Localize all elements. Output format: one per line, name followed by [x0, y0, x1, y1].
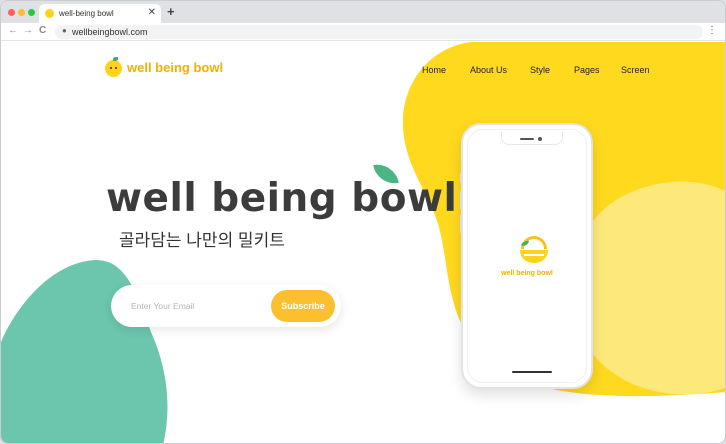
url-text: wellbeingbowl.com [72, 27, 148, 37]
browser-menu-icon[interactable]: ⋮ [707, 25, 717, 36]
home-indicator [512, 371, 552, 373]
nav-style[interactable]: Style [530, 65, 550, 75]
tab-close-icon[interactable]: ✕ [148, 7, 156, 18]
email-input[interactable] [131, 296, 266, 316]
phone-mockup: well being bowl [460, 123, 593, 389]
hero-subtitle: 골라담는 나만의 밀키트 [119, 231, 285, 250]
nav-home[interactable]: Home [422, 65, 446, 75]
web-page: well being bowl Home About Us Style Page… [1, 42, 725, 443]
back-arrow-icon[interactable]: ← [8, 25, 18, 36]
bowl-logo-icon [520, 236, 548, 263]
phone-side-button [460, 173, 462, 183]
hero-title: well being bowl [106, 176, 458, 221]
browser-toolbar: ← → C ● wellbeingbowl.com ⋮ [1, 23, 725, 41]
logo-text: well being bowl [127, 60, 224, 75]
phone-screen: well being bowl [467, 129, 587, 383]
new-tab-icon[interactable]: + [167, 4, 175, 19]
app-name-label: well being bowl [501, 270, 553, 277]
nav-screen[interactable]: Screen [621, 65, 650, 75]
tab-strip: well-being bowl ✕ + [1, 1, 725, 23]
browser-tab[interactable]: well-being bowl ✕ [39, 4, 161, 23]
background-blobs [1, 42, 725, 443]
address-bar[interactable]: ● wellbeingbowl.com [55, 25, 703, 39]
speaker-icon [520, 138, 534, 140]
tab-title: well-being bowl [59, 9, 114, 18]
reload-icon[interactable]: C [39, 25, 46, 36]
subscribe-button[interactable]: Subscribe [271, 290, 335, 322]
phone-side-button [460, 191, 462, 209]
favicon-icon [45, 9, 54, 18]
camera-icon [538, 137, 542, 141]
forward-arrow-icon[interactable]: → [23, 25, 33, 36]
browser-window: well-being bowl ✕ + ← → C ● wellbeingbow… [0, 0, 726, 444]
close-window-dot[interactable] [8, 9, 15, 16]
phone-notch [501, 132, 563, 145]
nav-about-us[interactable]: About Us [470, 65, 507, 75]
lock-icon: ● [62, 26, 67, 35]
nav-pages[interactable]: Pages [574, 65, 600, 75]
logo-face-icon [105, 57, 122, 77]
minimize-window-dot[interactable] [18, 9, 25, 16]
maximize-window-dot[interactable] [28, 9, 35, 16]
subscribe-form: Subscribe [111, 285, 341, 327]
phone-side-button [460, 215, 462, 233]
